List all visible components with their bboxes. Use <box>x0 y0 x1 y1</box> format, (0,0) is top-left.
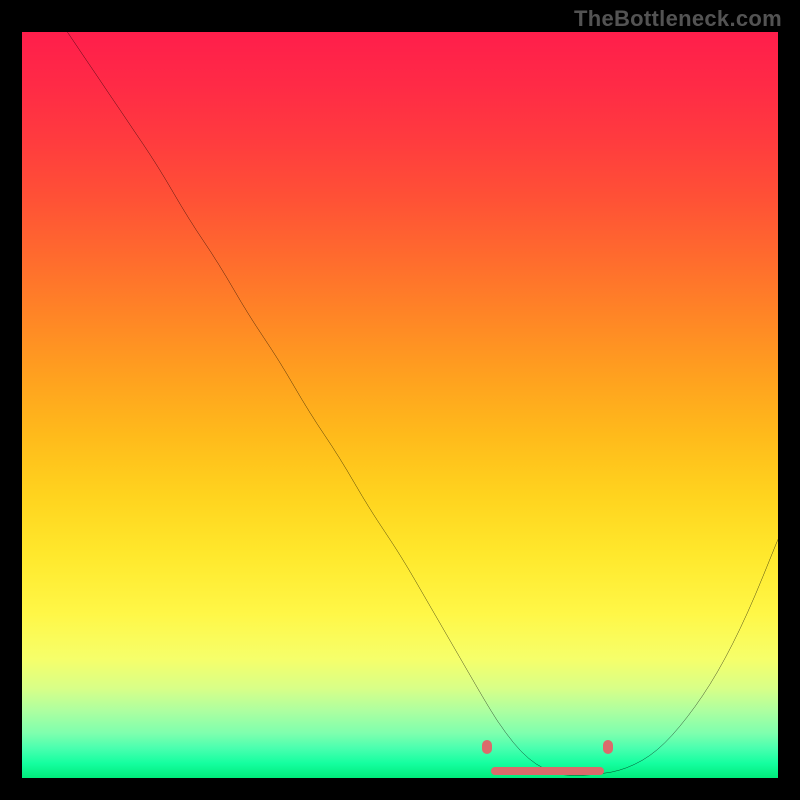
chart-plot-area <box>22 32 778 778</box>
chart-curve <box>22 32 778 778</box>
chart-marker-left <box>482 740 492 754</box>
watermark-text: TheBottleneck.com <box>574 6 782 32</box>
chart-marker-bar <box>491 767 604 775</box>
chart-marker-right <box>603 740 613 754</box>
